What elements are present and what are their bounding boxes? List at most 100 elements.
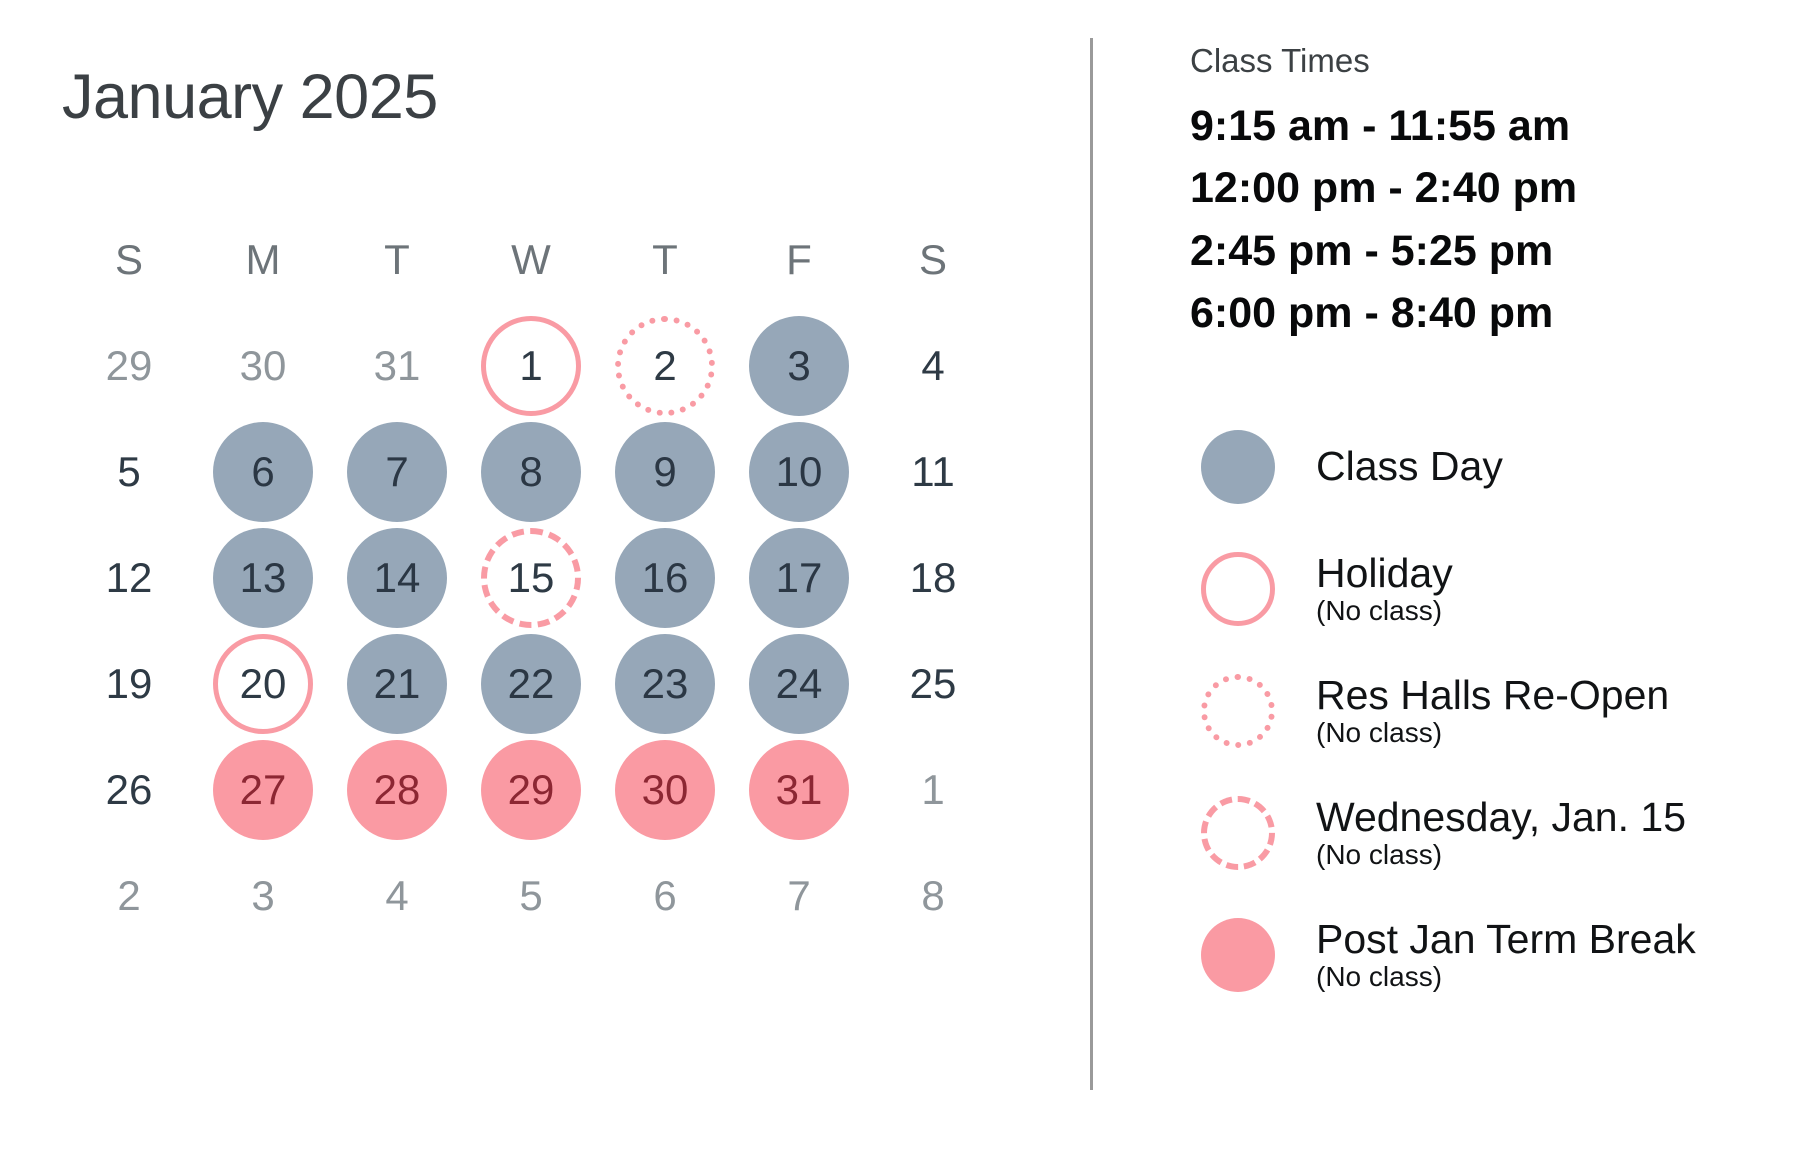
calendar-day-cell[interactable]: 22	[464, 631, 598, 737]
day-break: 29	[481, 740, 581, 840]
calendar-day-cell[interactable]: 2	[62, 843, 196, 949]
legend-swatch-break-icon	[1201, 918, 1275, 993]
calendar-day-cell[interactable]: 21	[330, 631, 464, 737]
calendar-day-cell[interactable]: 6	[598, 843, 732, 949]
calendar-day-cell[interactable]: 5	[464, 843, 598, 949]
weekday-header: F	[786, 236, 812, 283]
legend-swatch-holiday-icon	[1201, 552, 1275, 627]
day-break: 31	[749, 740, 849, 840]
calendar-day-cell[interactable]: 30	[598, 737, 732, 843]
calendar-day-cell[interactable]: 3	[732, 313, 866, 419]
day-plain: 4	[921, 342, 945, 389]
calendar-page: January 2025 S M T W T F S 29 30 31 1 2 3 4 5 6 7 8 9 10 11 1…	[0, 0, 1796, 1159]
calendar-day-cell[interactable]: 23	[598, 631, 732, 737]
calendar-day-cell[interactable]: 31	[330, 313, 464, 419]
day-class: 23	[615, 634, 715, 734]
day-plain: 26	[105, 766, 153, 813]
calendar-day-cell[interactable]: 1	[866, 737, 1000, 843]
weekday-header: M	[245, 236, 281, 283]
legend-swatch-box	[1190, 918, 1286, 993]
class-time-row: 2:45 pm - 5:25 pm	[1190, 226, 1554, 275]
calendar-day-cell[interactable]: 9	[598, 419, 732, 525]
day-muted: 6	[653, 872, 677, 919]
calendar-day-cell[interactable]: 20	[196, 631, 330, 737]
day-muted: 29	[105, 342, 153, 389]
calendar-day-cell[interactable]: 30	[196, 313, 330, 419]
calendar-day-cell[interactable]: 4	[330, 843, 464, 949]
calendar-day-cell[interactable]: 28	[330, 737, 464, 843]
legend-label: Class Day	[1316, 443, 1503, 490]
day-plain: 18	[909, 554, 957, 601]
weekday-header: S	[918, 236, 947, 283]
day-class: 8	[481, 422, 581, 522]
legend: Class Day Holiday (No class) Res Halls Re-O…	[1190, 406, 1796, 1016]
calendar-day-cell[interactable]: 25	[866, 631, 1000, 737]
calendar-day-cell[interactable]: 11	[866, 419, 1000, 525]
day-dotted: 2	[615, 316, 715, 416]
day-muted: 2	[117, 872, 141, 919]
calendar-day-cell[interactable]: 3	[196, 843, 330, 949]
day-plain: 12	[105, 554, 153, 601]
day-break: 28	[347, 740, 447, 840]
day-plain: 19	[105, 660, 153, 707]
calendar-day-cell[interactable]: 5	[62, 419, 196, 525]
calendar-day-cell[interactable]: 12	[62, 525, 196, 631]
day-break: 30	[615, 740, 715, 840]
calendar-day-cell[interactable]: 1	[464, 313, 598, 419]
class-times-heading: Class Times	[1190, 42, 1370, 79]
day-class: 7	[347, 422, 447, 522]
calendar-day-cell[interactable]: 19	[62, 631, 196, 737]
class-time-row: 9:15 am - 11:55 am	[1190, 102, 1571, 150]
calendar-day-cell[interactable]: 24	[732, 631, 866, 737]
legend-swatch-box	[1190, 552, 1286, 627]
weekday-header: T	[652, 236, 678, 283]
calendar-day-cell[interactable]: 26	[62, 737, 196, 843]
calendar-day-cell[interactable]: 6	[196, 419, 330, 525]
legend-label: Res Halls Re-Open	[1316, 672, 1670, 719]
calendar-day-cell[interactable]: 10	[732, 419, 866, 525]
day-class: 22	[481, 634, 581, 734]
calendar-day-cell[interactable]: 15	[464, 525, 598, 631]
weekday-header: S	[114, 236, 143, 283]
calendar-day-cell[interactable]: 2	[598, 313, 732, 419]
day-holiday: 1	[481, 316, 581, 416]
calendar-day-cell[interactable]: 17	[732, 525, 866, 631]
class-times-list: 9:15 am - 11:55 am 12:00 pm - 2:40 pm 2:45…	[1190, 95, 1796, 344]
calendar-day-cell[interactable]: 7	[732, 843, 866, 949]
calendar-day-cell[interactable]: 7	[330, 419, 464, 525]
day-holiday: 20	[213, 634, 313, 734]
legend-text: Holiday (No class)	[1316, 552, 1453, 626]
calendar-day-cell[interactable]: 29	[464, 737, 598, 843]
legend-item: Res Halls Re-Open (No class)	[1190, 650, 1796, 772]
legend-sublabel: (No class)	[1316, 717, 1443, 748]
legend-text: Post Jan Term Break (No class)	[1316, 916, 1696, 991]
legend-swatch-box	[1190, 796, 1286, 871]
legend-swatch-dashed-icon	[1201, 796, 1275, 871]
calendar-day-cell[interactable]: 27	[196, 737, 330, 843]
calendar-day-cell[interactable]: 13	[196, 525, 330, 631]
legend-label: Post Jan Term Break	[1316, 916, 1696, 963]
class-time-row: 12:00 pm - 2:40 pm	[1190, 164, 1578, 213]
day-dashed: 15	[481, 528, 581, 628]
day-class: 10	[749, 422, 849, 522]
calendar-day-cell[interactable]: 16	[598, 525, 732, 631]
calendar-day-cell[interactable]: 31	[732, 737, 866, 843]
calendar-day-cell[interactable]: 14	[330, 525, 464, 631]
calendar-day-cell[interactable]: 8	[464, 419, 598, 525]
weekday-header: T	[384, 236, 410, 283]
day-muted: 1	[921, 766, 945, 813]
calendar-day-cell[interactable]: 8	[866, 843, 1000, 949]
day-plain: 25	[909, 660, 957, 707]
legend-sublabel: (No class)	[1316, 595, 1443, 626]
day-class: 16	[615, 528, 715, 628]
calendar-day-cell[interactable]: 4	[866, 313, 1000, 419]
calendar-day-cell[interactable]: 29	[62, 313, 196, 419]
day-muted: 30	[239, 342, 287, 389]
legend-text: Class Day	[1316, 446, 1503, 488]
calendar-day-cell[interactable]: 18	[866, 525, 1000, 631]
day-class: 14	[347, 528, 447, 628]
legend-swatch-class-icon	[1201, 430, 1275, 505]
legend-swatch-box	[1190, 674, 1286, 749]
legend-sublabel: (No class)	[1316, 839, 1443, 870]
day-plain: 5	[117, 448, 141, 495]
